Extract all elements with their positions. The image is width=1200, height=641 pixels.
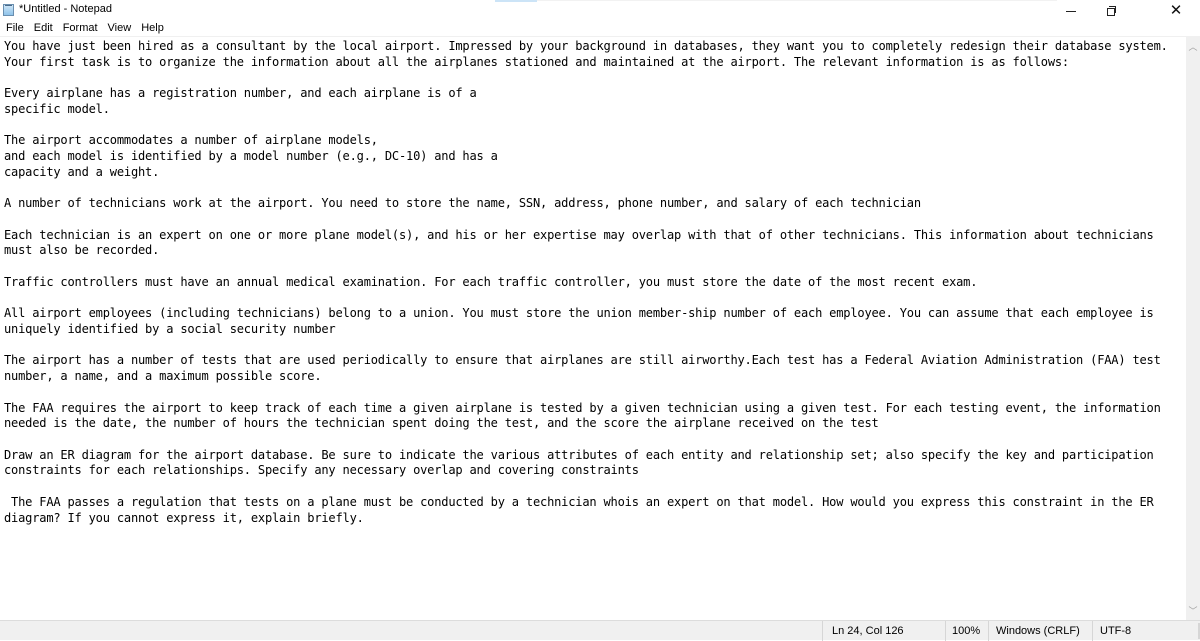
menu-file[interactable]: File	[2, 20, 28, 36]
restore-button[interactable]	[1091, 0, 1131, 20]
menu-format[interactable]: Format	[59, 20, 102, 36]
minimize-icon	[1066, 10, 1076, 12]
scroll-up-icon[interactable]: ︿	[1186, 38, 1200, 54]
close-icon: ✕	[1169, 0, 1183, 19]
encoding: UTF-8	[1100, 625, 1132, 637]
menu-help[interactable]: Help	[137, 20, 168, 36]
menu-view[interactable]: View	[104, 20, 136, 36]
window-title: *Untitled - Notepad	[19, 3, 112, 15]
title-bar-accent	[495, 0, 537, 2]
menu-bar: File Edit Format View Help	[0, 20, 1200, 36]
restore-icon	[1106, 5, 1116, 16]
vertical-scrollbar[interactable]: ︿ ﹀	[1186, 36, 1200, 620]
status-divider	[945, 621, 946, 641]
cursor-position: Ln 24, Col 126	[832, 625, 904, 637]
status-divider	[988, 621, 989, 641]
status-bar: Ln 24, Col 126 100% Windows (CRLF) UTF-8	[0, 620, 1200, 641]
menu-edit[interactable]: Edit	[30, 20, 57, 36]
title-bar: *Untitled - Notepad ✕	[0, 0, 1200, 20]
text-editor[interactable]: You have just been hired as a consultant…	[0, 36, 1186, 620]
title-bar-line	[537, 0, 1057, 1]
zoom-level: 100%	[952, 625, 981, 637]
line-ending: Windows (CRLF)	[996, 625, 1080, 637]
close-button[interactable]: ✕	[1156, 0, 1196, 20]
editor-content[interactable]: You have just been hired as a consultant…	[4, 39, 1168, 526]
notepad-icon	[3, 4, 14, 16]
scroll-down-icon[interactable]: ﹀	[1186, 602, 1200, 618]
status-divider	[1092, 621, 1093, 641]
minimize-button[interactable]	[1051, 0, 1091, 20]
status-divider	[822, 621, 823, 641]
